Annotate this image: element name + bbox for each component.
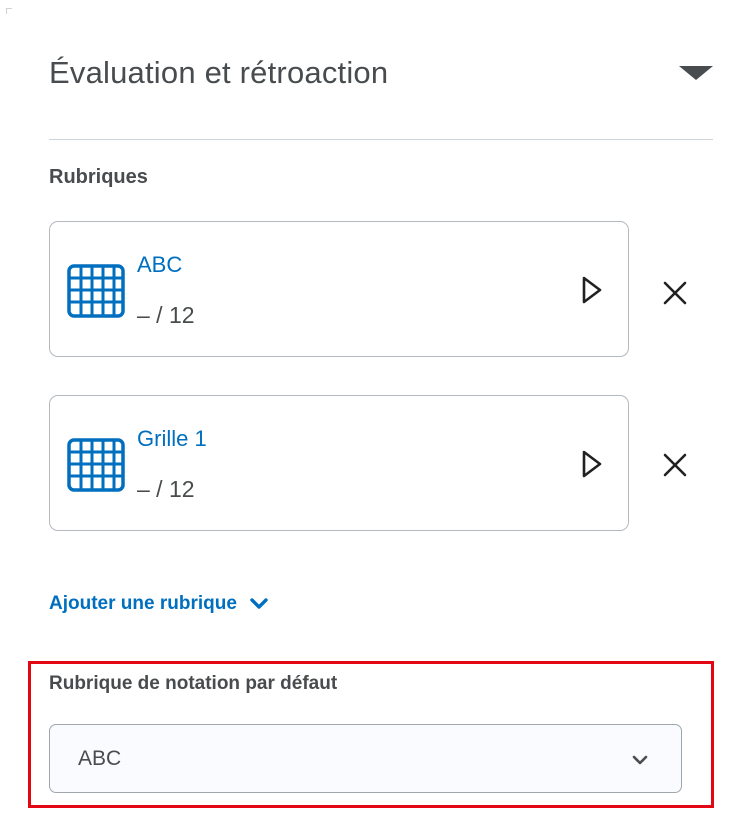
caret-down-icon[interactable] <box>679 66 713 80</box>
remove-rubric-close-icon[interactable] <box>661 451 689 479</box>
rubric-score: – / 12 <box>137 302 195 328</box>
evaluation-panel-header[interactable]: Évaluation et rétroaction <box>49 48 713 98</box>
rubric-name-link[interactable]: ABC <box>137 252 182 278</box>
rubric-card: Grille 1 – / 12 <box>49 395 629 531</box>
add-rubric-label: Ajouter une rubrique <box>49 593 237 614</box>
corner-mark <box>6 8 12 14</box>
rubric-grid-icon <box>67 438 125 492</box>
remove-rubric-close-icon[interactable] <box>661 279 689 307</box>
preview-play-icon[interactable] <box>582 450 602 478</box>
rubric-score: – / 12 <box>137 476 195 502</box>
divider <box>49 139 713 140</box>
default-rubric-select[interactable]: ABC <box>49 724 682 793</box>
select-value: ABC <box>78 747 122 770</box>
preview-play-icon[interactable] <box>582 276 602 304</box>
chevron-down-icon <box>632 755 648 765</box>
rubrics-label: Rubriques <box>49 166 148 188</box>
rubric-name-link[interactable]: Grille 1 <box>137 426 207 452</box>
chevron-down-icon <box>250 598 268 609</box>
rubric-card: ABC – / 12 <box>49 221 629 357</box>
default-rubric-label: Rubrique de notation par défaut <box>49 673 338 694</box>
add-rubric-link[interactable]: Ajouter une rubrique <box>49 593 269 615</box>
rubric-grid-icon <box>67 264 125 318</box>
panel-title: Évaluation et rétroaction <box>49 55 389 90</box>
